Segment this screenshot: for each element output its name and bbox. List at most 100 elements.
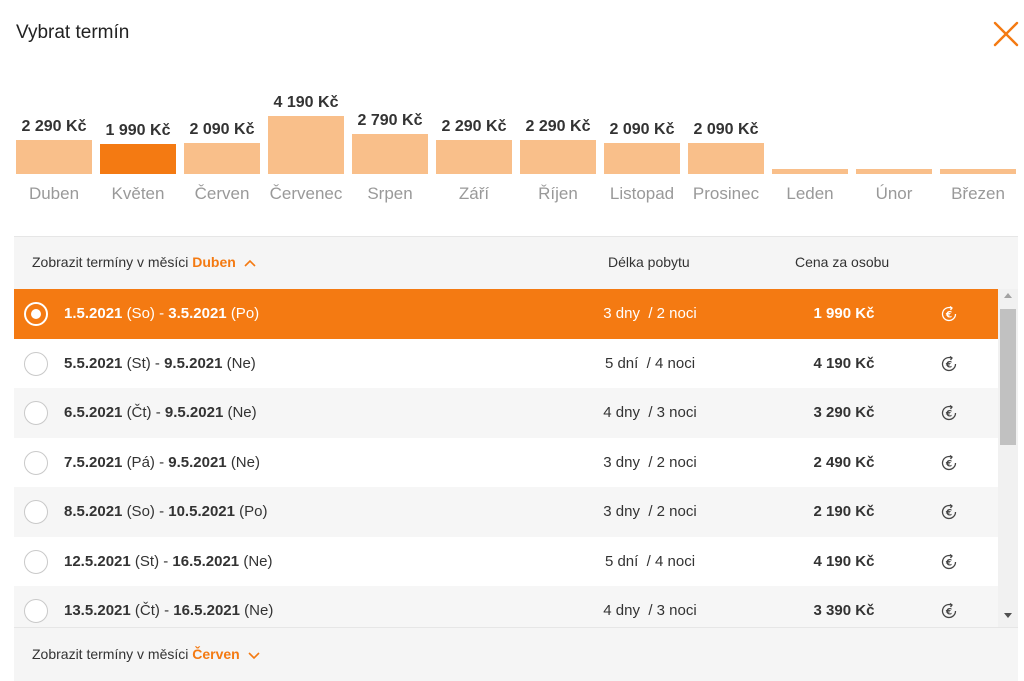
euro-icon[interactable]: €	[939, 453, 959, 473]
month-price: 2 290 Kč	[441, 118, 507, 135]
month-bar[interactable]	[604, 143, 680, 174]
stay-days: 3 dny	[603, 453, 640, 471]
scrollbar[interactable]	[998, 289, 1018, 627]
stay-days: 5 dní	[604, 552, 639, 570]
date-range: 5.5.2021 (St) - 9.5.2021 (Ne)	[64, 354, 256, 372]
month-column[interactable]: 2 090 Kč Listopad	[602, 90, 682, 220]
month-label: Březen	[951, 184, 1005, 203]
price-per-person: 4 190 Kč	[813, 354, 875, 372]
month-price: 2 090 Kč	[693, 121, 759, 138]
toggle-month: Červen	[192, 646, 240, 662]
month-bar[interactable]	[16, 140, 92, 174]
date-from: 1.5.2021	[64, 305, 123, 322]
scroll-down-arrow[interactable]	[1004, 613, 1012, 618]
month-label: Červenec	[269, 184, 343, 203]
euro-icon[interactable]: €	[939, 502, 959, 522]
stay-nights: / 2 noci	[648, 503, 697, 520]
month-column[interactable]: Únor	[854, 90, 934, 220]
date-row[interactable]: 7.5.2021 (Pá) - 9.5.2021 (Ne) 3 dny / 2 n…	[14, 437, 998, 487]
date-radio[interactable]	[24, 450, 48, 475]
month-column[interactable]: 2 290 Kč Září	[434, 90, 514, 220]
date-to-day: (Ne)	[226, 354, 256, 372]
date-radio[interactable]	[24, 302, 48, 326]
month-label: Leden	[786, 184, 834, 203]
month-label: Říjen	[538, 184, 578, 203]
month-column[interactable]: 2 290 Kč Duben	[14, 90, 94, 220]
month-bar[interactable]	[100, 144, 176, 174]
month-bar[interactable]	[268, 116, 344, 174]
date-row[interactable]: 6.5.2021 (Čt) - 9.5.2021 (Ne) 4 dny / 3 n…	[14, 388, 998, 438]
month-column[interactable]: 2 290 Kč Říjen	[518, 90, 598, 220]
date-to: 9.5.2021	[168, 453, 227, 471]
stay-length: 3 dny / 2 noci	[570, 503, 730, 520]
dates-table: Zobrazit termíny v měsíci Duben Délka po…	[14, 236, 1018, 681]
month-label: Květen	[111, 184, 165, 203]
month-column[interactable]: 2 090 Kč Prosinec	[686, 90, 766, 220]
date-radio[interactable]	[24, 549, 48, 574]
stay-nights: / 4 noci	[646, 354, 696, 372]
date-to: 16.5.2021	[173, 602, 240, 619]
month-bar[interactable]	[352, 134, 428, 174]
stay-nights: / 2 noci	[648, 453, 697, 471]
date-radio[interactable]	[24, 351, 48, 376]
euro-icon[interactable]: €	[939, 552, 959, 572]
stay-nights: / 2 noci	[648, 305, 697, 322]
svg-text:€: €	[945, 459, 952, 469]
date-from-day: (Čt)	[126, 404, 152, 421]
close-icon	[993, 21, 1019, 47]
stay-nights: / 4 noci	[646, 552, 696, 570]
date-row[interactable]: 8.5.2021 (So) - 10.5.2021 (Po) 3 dny / 2 …	[14, 487, 998, 537]
date-range: 6.5.2021 (Čt) - 9.5.2021 (Ne)	[64, 404, 257, 421]
euro-icon[interactable]: €	[939, 601, 959, 621]
month-price: 2 290 Kč	[525, 118, 591, 135]
stay-length: 3 dny / 2 noci	[570, 454, 730, 471]
scroll-thumb[interactable]	[1000, 309, 1016, 445]
date-radio[interactable]	[24, 401, 48, 425]
date-row[interactable]: 5.5.2021 (St) - 9.5.2021 (Ne) 5 dní / 4 n…	[14, 338, 998, 388]
show-month-toggle-next[interactable]: Zobrazit termíny v měsíci Červen	[32, 646, 261, 662]
svg-text:€: €	[945, 509, 952, 519]
month-bar[interactable]	[184, 143, 260, 174]
date-range: 13.5.2021 (Čt) - 16.5.2021 (Ne)	[64, 602, 274, 619]
month-bar[interactable]	[520, 140, 596, 174]
month-column[interactable]: 2 790 Kč Srpen	[350, 90, 430, 220]
date-to-day: (Ne)	[227, 404, 257, 421]
month-bar[interactable]	[856, 169, 932, 174]
date-from-day: (St)	[126, 354, 151, 372]
month-bar[interactable]	[688, 143, 764, 174]
date-radio[interactable]	[24, 500, 48, 524]
month-column[interactable]: Leden	[770, 90, 850, 220]
date-row[interactable]: 13.5.2021 (Čt) - 16.5.2021 (Ne) 4 dny / 3…	[14, 586, 998, 627]
month-column[interactable]: 2 090 Kč Červen	[182, 90, 262, 220]
stay-days: 4 dny	[603, 404, 640, 421]
euro-icon[interactable]: €	[939, 304, 959, 324]
svg-text:€: €	[945, 410, 952, 420]
date-row[interactable]: 12.5.2021 (St) - 16.5.2021 (Ne) 5 dní / 4…	[14, 536, 998, 586]
month-column[interactable]: Březen	[938, 90, 1018, 220]
month-bar[interactable]	[940, 169, 1016, 174]
column-header-stay: Délka pobytu	[608, 254, 690, 270]
date-to: 9.5.2021	[164, 404, 224, 421]
stay-nights: / 3 noci	[648, 602, 697, 619]
close-button[interactable]	[990, 18, 1022, 50]
month-bar[interactable]	[772, 169, 848, 174]
date-to: 3.5.2021	[168, 305, 227, 322]
price-per-person: 2 490 Kč	[813, 453, 875, 471]
month-price-chart: 2 290 Kč Duben 1 990 Kč Květen 2 090 Kč Červe…	[14, 90, 1018, 220]
date-row[interactable]: 1.5.2021 (So) - 3.5.2021 (Po) 3 dny / 2 n…	[14, 289, 998, 339]
column-header-price: Cena za osobu	[795, 254, 890, 270]
svg-text:€: €	[945, 360, 952, 370]
scroll-up-arrow[interactable]	[1004, 293, 1012, 298]
table-footer: Zobrazit termíny v měsíci Červen	[14, 627, 1018, 681]
month-bar[interactable]	[436, 140, 512, 174]
month-column[interactable]: 4 190 Kč Červenec	[266, 90, 346, 220]
euro-icon[interactable]: €	[939, 354, 959, 374]
date-from: 12.5.2021	[64, 552, 131, 570]
chevron-up-icon	[244, 260, 256, 267]
month-column[interactable]: 1 990 Kč Květen	[98, 90, 178, 220]
euro-icon[interactable]: €	[939, 403, 959, 423]
date-radio[interactable]	[24, 599, 48, 623]
show-month-toggle-prev[interactable]: Zobrazit termíny v měsíci Duben	[32, 254, 257, 270]
date-from-day: (St)	[134, 552, 160, 570]
price-per-person: 2 190 Kč	[813, 503, 875, 520]
